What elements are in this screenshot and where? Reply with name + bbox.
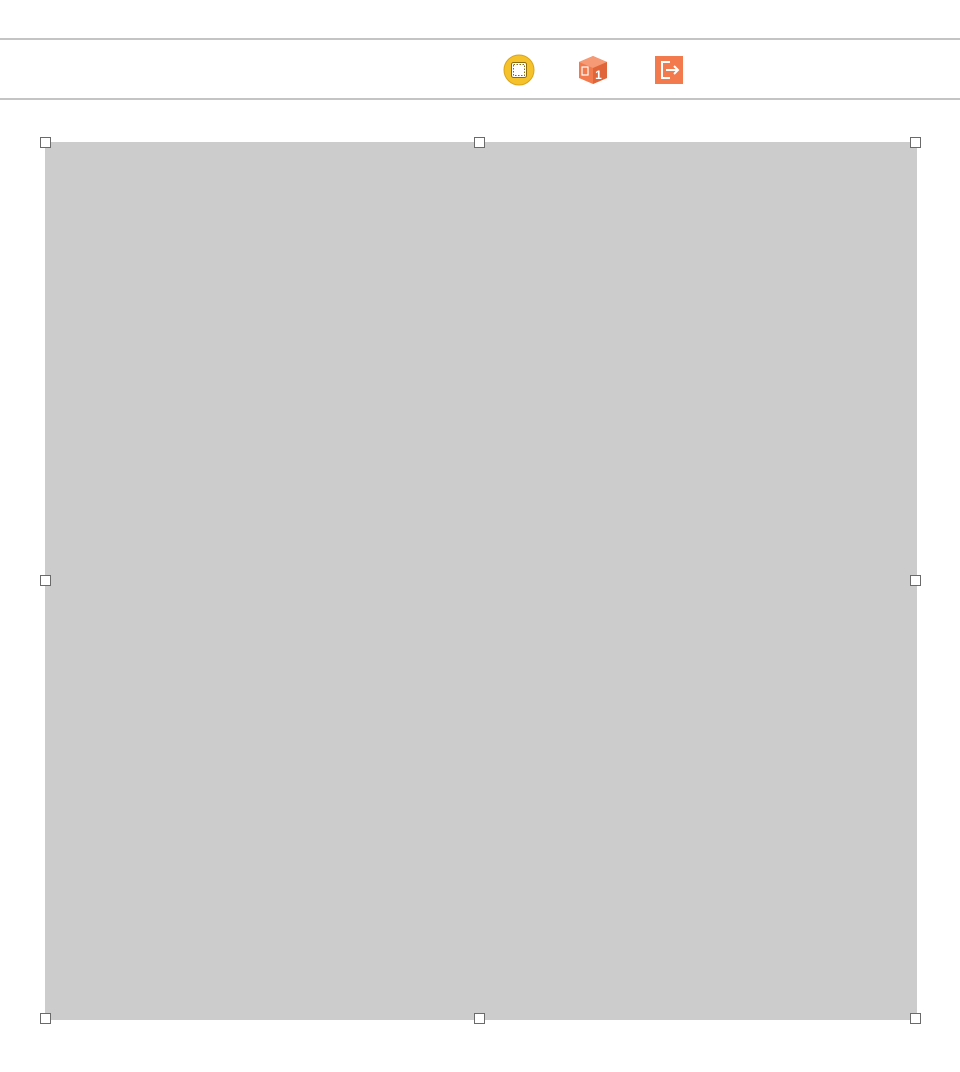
storyboard-editor: 1 xyxy=(0,0,960,1072)
selected-view[interactable] xyxy=(45,142,917,1020)
resize-handle-top-right[interactable] xyxy=(910,137,921,148)
exit-icon[interactable] xyxy=(653,54,685,86)
first-responder-icon[interactable]: 1 xyxy=(577,54,609,86)
resize-handle-right[interactable] xyxy=(910,575,921,586)
resize-handle-top[interactable] xyxy=(474,137,485,148)
resize-handle-bottom-right[interactable] xyxy=(910,1013,921,1024)
scene-dock: 1 xyxy=(0,38,960,100)
resize-handle-bottom-left[interactable] xyxy=(40,1013,51,1024)
view-controller-icon[interactable] xyxy=(503,54,535,86)
svg-text:1: 1 xyxy=(595,68,602,82)
resize-handle-bottom[interactable] xyxy=(474,1013,485,1024)
resize-handle-left[interactable] xyxy=(40,575,51,586)
resize-handle-top-left[interactable] xyxy=(40,137,51,148)
